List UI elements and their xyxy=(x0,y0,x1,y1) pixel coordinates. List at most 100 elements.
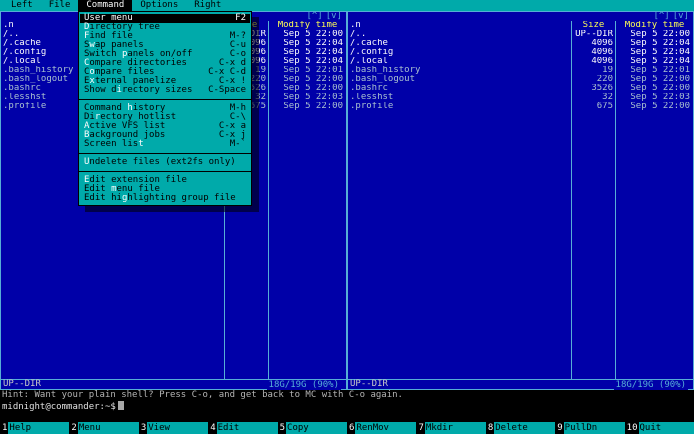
fkey-number: 7 xyxy=(418,423,424,433)
column-header-mtime[interactable]: Modify time xyxy=(625,21,685,30)
menubar-item-left[interactable]: Left xyxy=(3,0,41,11)
menu-separator xyxy=(79,95,251,104)
column-header-mtime[interactable]: Modify time xyxy=(278,21,338,30)
fkey-renmov-button[interactable]: 6 RenMov xyxy=(347,422,417,434)
menubar-item-options[interactable]: Options xyxy=(132,0,186,11)
menu-separator xyxy=(79,167,251,176)
fkey-number: 5 xyxy=(279,423,286,433)
menu-hotkey-letter: t xyxy=(138,139,144,149)
file-mtime: Sep 5 22:00 xyxy=(615,75,693,84)
history-up-icon[interactable]: [^] xyxy=(306,12,322,21)
column-header-size[interactable]: Size xyxy=(583,21,605,30)
menu-item-edit-highlighting-group-file[interactable]: Edit highlighting group file xyxy=(80,194,250,203)
fkey-menu-button[interactable]: 2 Menu xyxy=(69,422,139,434)
file-mtime: Sep 5 22:04 xyxy=(268,48,346,57)
fkey-label: Menu xyxy=(77,422,139,434)
menu-item-screen-list[interactable]: Screen list M-` xyxy=(80,140,250,149)
fkey-label: Edit xyxy=(216,422,278,434)
file-mtime: Sep 5 22:04 xyxy=(268,39,346,48)
fkey-delete-button[interactable]: 8 Delete xyxy=(486,422,556,434)
fkey-label: View xyxy=(147,422,209,434)
free-space: 18G/19G (90%) xyxy=(266,380,341,390)
file-row-[interactable]: /.. UP--DIRSep 5 22:00 xyxy=(348,30,693,39)
fkey-number: 2 xyxy=(71,423,77,433)
file-size: 32 xyxy=(571,93,615,102)
right-panel: [^] [v] .n Name Size Modify time /.. UP--… xyxy=(347,11,694,390)
fkey-mkdir-button[interactable]: 7 Mkdir xyxy=(416,422,486,434)
file-name: .bash_history xyxy=(350,66,421,75)
menubar-item-file[interactable]: File xyxy=(41,0,79,11)
file-name: .lesshst xyxy=(350,93,394,102)
file-row-bashrc[interactable]: .bashrc 3526 Sep 5 22:00 xyxy=(348,84,693,93)
fkey-label: Help xyxy=(8,422,70,434)
menu-item-show-directory-sizes[interactable]: Show directory sizes C-Space xyxy=(80,86,250,95)
fkey-number: 4 xyxy=(210,423,216,433)
file-list: /..UP--DIRSep 5 22:00/.cache4096Sep 5 22… xyxy=(348,30,693,379)
menu-hotkey-letter: i xyxy=(116,85,122,95)
shell-prompt: midnight@commander:~$ xyxy=(2,402,116,412)
file-row-bash-history[interactable]: .bash_history 19 Sep 5 22:01 xyxy=(348,66,693,75)
file-row-profile[interactable]: .profile 675 Sep 5 22:00 xyxy=(348,102,693,111)
menu-item-shortcut: M-` xyxy=(229,139,246,149)
sort-indicator: .n xyxy=(350,21,361,30)
fkey-label: Delete xyxy=(494,422,556,434)
fkey-label: RenMov xyxy=(355,422,417,434)
file-name: .bashrc xyxy=(350,84,388,93)
file-size: 220 xyxy=(571,75,615,84)
fkey-number: 9 xyxy=(557,423,563,433)
fkey-label: Mkdir xyxy=(424,422,486,434)
fkey-edit-button[interactable]: 4 Edit xyxy=(208,422,278,434)
file-mtime: Sep 5 22:00 xyxy=(268,75,346,84)
menubar: Left File Command Options Right xyxy=(0,0,694,11)
fkey-help-button[interactable]: 1 Help xyxy=(0,422,70,434)
file-mtime: Sep 5 22:04 xyxy=(615,57,693,66)
fkey-quit-button[interactable]: 10 Quit xyxy=(625,422,694,434)
empty-name-column xyxy=(348,111,571,379)
history-up-icon[interactable]: [^] xyxy=(653,12,669,21)
right-panel-header: .n Name Size Modify time xyxy=(348,21,693,30)
file-row-cache[interactable]: /.cache 4096 Sep 5 22:04 xyxy=(348,39,693,48)
file-mtime: Sep 5 22:00 xyxy=(615,102,693,111)
command-menu: User menu F2 Directory tree Find file M-? Swa… xyxy=(78,11,252,206)
empty-time-column xyxy=(615,111,693,379)
fkey-pulldn-button[interactable]: 9 PullDn xyxy=(555,422,625,434)
menu-hotkey-letter: U xyxy=(84,157,90,167)
file-mtime: Sep 5 22:01 xyxy=(615,66,693,75)
file-size: 675 xyxy=(571,102,615,111)
history-down-icon[interactable]: [v] xyxy=(326,12,342,21)
file-name: /.. xyxy=(350,30,367,39)
file-row-local[interactable]: /.local 4096 Sep 5 22:04 xyxy=(348,57,693,66)
fkey-number: 10 xyxy=(626,423,638,433)
file-name: /.local xyxy=(350,57,388,66)
file-size: 4096 xyxy=(571,48,615,57)
file-list-empty-area xyxy=(348,111,693,379)
fkey-label: Copy xyxy=(286,422,348,434)
history-down-icon[interactable]: [v] xyxy=(673,12,689,21)
menu-item-undelete-files-ext2fs-only[interactable]: Undelete files (ext2fs only) xyxy=(80,158,250,167)
free-space: 18G/19G (90%) xyxy=(613,380,688,390)
file-mtime: Sep 5 22:01 xyxy=(268,66,346,75)
file-row-lesshst[interactable]: .lesshst 32 Sep 5 22:03 xyxy=(348,93,693,102)
mc-application: LeftFileCommandOptionsRight [^] [v] .n N… xyxy=(0,0,694,434)
menu-item-label: Edit highlighting group file xyxy=(84,193,236,203)
file-mtime: Sep 5 22:04 xyxy=(615,48,693,57)
file-name: /.cache xyxy=(350,39,388,48)
hint-line: Hint: Want your plain shell? Press C-o, … xyxy=(2,390,403,400)
fkey-copy-button[interactable]: 5 Copy xyxy=(278,422,348,434)
fkey-view-button[interactable]: 3 View xyxy=(139,422,209,434)
menubar-item-command[interactable]: Command xyxy=(78,0,133,11)
file-mtime: Sep 5 22:00 xyxy=(268,102,346,111)
command-menu-list: User menu F2 Directory tree Find file M-? Swa… xyxy=(79,14,251,203)
menubar-item-right[interactable]: Right xyxy=(186,0,229,11)
empty-time-column xyxy=(268,111,346,379)
fkey-number: 3 xyxy=(140,423,147,433)
file-row-config[interactable]: /.config 4096 Sep 5 22:04 xyxy=(348,48,693,57)
empty-size-column xyxy=(571,111,615,379)
command-line[interactable]: midnight@commander:~$ xyxy=(0,401,694,412)
file-name: /.config xyxy=(350,48,394,57)
file-size: 3526 xyxy=(571,84,615,93)
text-cursor xyxy=(117,401,124,410)
file-mtime: Sep 5 22:00 xyxy=(268,84,346,93)
file-row-bash-logout[interactable]: .bash_logout 220 Sep 5 22:00 xyxy=(348,75,693,84)
file-mtime: Sep 5 22:00 xyxy=(615,30,693,39)
